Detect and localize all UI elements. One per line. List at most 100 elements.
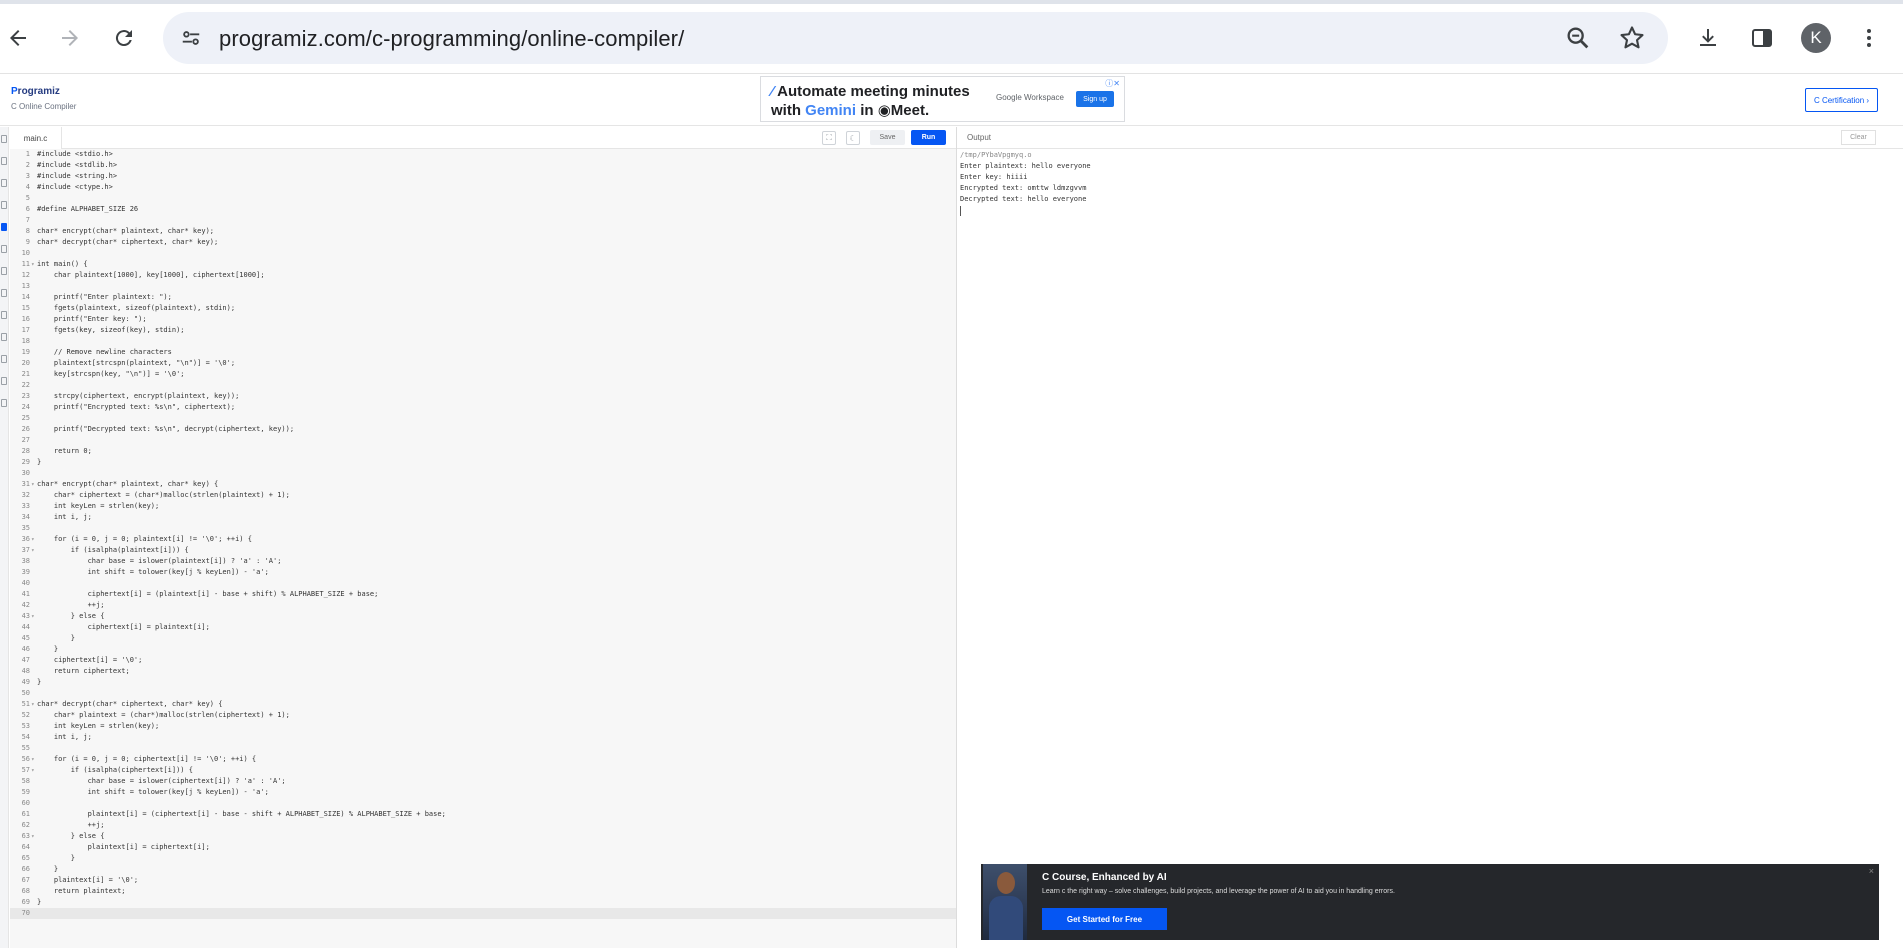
code-line[interactable]: 8 char* encrypt(char* plaintext, char* ke… (10, 226, 956, 237)
zoom-icon[interactable] (1564, 24, 1592, 52)
code-line[interactable]: 26 printf("Decrypted text: %s\n", decryp… (10, 424, 956, 435)
ad-signup-button[interactable]: Sign up (1076, 91, 1114, 107)
code-line[interactable]: 30 (10, 468, 956, 479)
code-line[interactable]: 22 (10, 380, 956, 391)
code-line[interactable]: 36 ▾ for (i = 0, j = 0; plaintext[i] != '… (10, 534, 956, 545)
reload-button[interactable] (106, 20, 142, 56)
code-line[interactable]: 63 ▾ } else { (10, 831, 956, 842)
code-line[interactable]: 67 plaintext[i] = '\0'; (10, 875, 956, 886)
code-line[interactable]: 34 int i, j; (10, 512, 956, 523)
code-line[interactable]: 57 ▾ if (isalpha(ciphertext[i])) { (10, 765, 956, 776)
code-line[interactable]: 24 printf("Encrypted text: %s\n", cipher… (10, 402, 956, 413)
bookmark-star-icon[interactable] (1618, 24, 1646, 52)
code-line[interactable]: 27 (10, 435, 956, 446)
rail-item[interactable] (1, 289, 7, 297)
code-line[interactable]: 6 #define ALPHABET_SIZE 26 (10, 204, 956, 215)
code-line[interactable]: 16 printf("Enter key: "); (10, 314, 956, 325)
ad-banner[interactable]: ⓘ✕ ⁄ Automate meeting minutes with Gemin… (760, 76, 1125, 122)
code-line[interactable]: 54 int i, j; (10, 732, 956, 743)
code-line[interactable]: 33 int keyLen = strlen(key); (10, 501, 956, 512)
code-line[interactable]: 1 #include <stdio.h> (10, 149, 956, 160)
code-line[interactable]: 32 char* ciphertext = (char*)malloc(strl… (10, 490, 956, 501)
code-line[interactable]: 48 return ciphertext; (10, 666, 956, 677)
profile-avatar[interactable]: K (1801, 23, 1831, 53)
code-line[interactable]: 14 printf("Enter plaintext: "); (10, 292, 956, 303)
code-line[interactable]: 70 (10, 908, 956, 919)
rail-item[interactable] (1, 267, 7, 275)
code-line[interactable]: 39 int shift = tolower(key[j % keyLen]) … (10, 567, 956, 578)
ad-close-icon[interactable]: ⓘ✕ (1105, 78, 1120, 89)
more-menu-button[interactable] (1851, 20, 1887, 56)
get-started-button[interactable]: Get Started for Free (1042, 908, 1167, 930)
code-line[interactable]: 19 // Remove newline characters (10, 347, 956, 358)
output-console[interactable]: /tmp/PYbaVpgmyq.o Enter plaintext: hello … (960, 150, 1900, 350)
forward-button[interactable] (52, 20, 88, 56)
code-line[interactable]: 21 key[strcspn(key, "\n")] = '\0'; (10, 369, 956, 380)
code-line[interactable]: 11 ▾ int main() { (10, 259, 956, 270)
code-line[interactable]: 23 strcpy(ciphertext, encrypt(plaintext,… (10, 391, 956, 402)
rail-item[interactable] (1, 245, 7, 253)
side-panel-button[interactable] (1744, 20, 1780, 56)
code-line[interactable]: 15 fgets(plaintext, sizeof(plaintext), s… (10, 303, 956, 314)
code-line[interactable]: 42 ++j; (10, 600, 956, 611)
pane-divider[interactable] (956, 127, 957, 948)
code-line[interactable]: 44 ciphertext[i] = plaintext[i]; (10, 622, 956, 633)
promo-close-icon[interactable]: × (1869, 866, 1874, 876)
code-line[interactable]: 61 plaintext[i] = (ciphertext[i] - base … (10, 809, 956, 820)
download-button[interactable] (1690, 20, 1726, 56)
code-line[interactable]: 17 fgets(key, sizeof(key), stdin); (10, 325, 956, 336)
code-line[interactable]: 49} (10, 677, 956, 688)
code-line[interactable]: 47 ciphertext[i] = '\0'; (10, 655, 956, 666)
rail-item[interactable] (1, 311, 7, 319)
code-line[interactable]: 37 ▾ if (isalpha(plaintext[i])) { (10, 545, 956, 556)
code-line[interactable]: 56 ▾ for (i = 0, j = 0; ciphertext[i] != … (10, 754, 956, 765)
rail-item-c-active[interactable] (1, 223, 7, 231)
code-line[interactable]: 62 ++j; (10, 820, 956, 831)
programiz-logo[interactable]: Programiz (11, 86, 60, 97)
back-button[interactable] (0, 20, 36, 56)
code-line[interactable]: 68 return plaintext; (10, 886, 956, 897)
code-line[interactable]: 52 char* plaintext = (char*)malloc(strle… (10, 710, 956, 721)
code-line[interactable]: 58 char base = islower(ciphertext[i]) ? … (10, 776, 956, 787)
code-line[interactable]: 69} (10, 897, 956, 908)
fullscreen-icon[interactable]: ⛶ (822, 131, 836, 145)
code-line[interactable]: 2 #include <stdlib.h> (10, 160, 956, 171)
code-line[interactable]: 13 (10, 281, 956, 292)
code-line[interactable]: 46 } (10, 644, 956, 655)
code-line[interactable]: 28 return 0; (10, 446, 956, 457)
address-bar[interactable]: programiz.com/c-programming/online-compi… (163, 12, 1668, 64)
rail-item[interactable] (1, 201, 7, 209)
code-line[interactable]: 66 } (10, 864, 956, 875)
code-line[interactable]: 31 ▾ char* encrypt(char* plaintext, char* … (10, 479, 956, 490)
code-line[interactable]: 18 (10, 336, 956, 347)
code-line[interactable]: 51 ▾ char* decrypt(char* ciphertext, char*… (10, 699, 956, 710)
rail-item[interactable] (1, 399, 7, 407)
rail-item[interactable] (1, 333, 7, 341)
clear-button[interactable]: Clear (1841, 130, 1876, 145)
code-line[interactable]: 7 (10, 215, 956, 226)
code-line[interactable]: 29} (10, 457, 956, 468)
rail-item[interactable] (1, 377, 7, 385)
code-line[interactable]: 65 } (10, 853, 956, 864)
file-tab-main[interactable]: main.c (10, 127, 62, 149)
code-line[interactable]: 60 (10, 798, 956, 809)
rail-item[interactable] (1, 135, 7, 143)
rail-item[interactable] (1, 179, 7, 187)
run-button[interactable]: Run (911, 130, 946, 145)
code-line[interactable]: 20 plaintext[strcspn(plaintext, "\n")] =… (10, 358, 956, 369)
certification-button[interactable]: C Certification › (1805, 88, 1878, 112)
code-line[interactable]: 41 ciphertext[i] = (plaintext[i] - base … (10, 589, 956, 600)
code-line[interactable]: 10 (10, 248, 956, 259)
code-line[interactable]: 64 plaintext[i] = ciphertext[i]; (10, 842, 956, 853)
code-line[interactable]: 3 #include <string.h> (10, 171, 956, 182)
code-line[interactable]: 4 #include <ctype.h> (10, 182, 956, 193)
rail-item[interactable] (1, 157, 7, 165)
rail-item[interactable] (1, 355, 7, 363)
save-button[interactable]: Save (870, 130, 905, 145)
code-line[interactable]: 9 char* decrypt(char* ciphertext, char* k… (10, 237, 956, 248)
code-line[interactable]: 45 } (10, 633, 956, 644)
code-line[interactable]: 40 (10, 578, 956, 589)
code-line[interactable]: 35 (10, 523, 956, 534)
code-editor[interactable]: 1 #include <stdio.h> 2 #include <stdlib.h> 3… (10, 149, 956, 948)
code-line[interactable]: 5 (10, 193, 956, 204)
